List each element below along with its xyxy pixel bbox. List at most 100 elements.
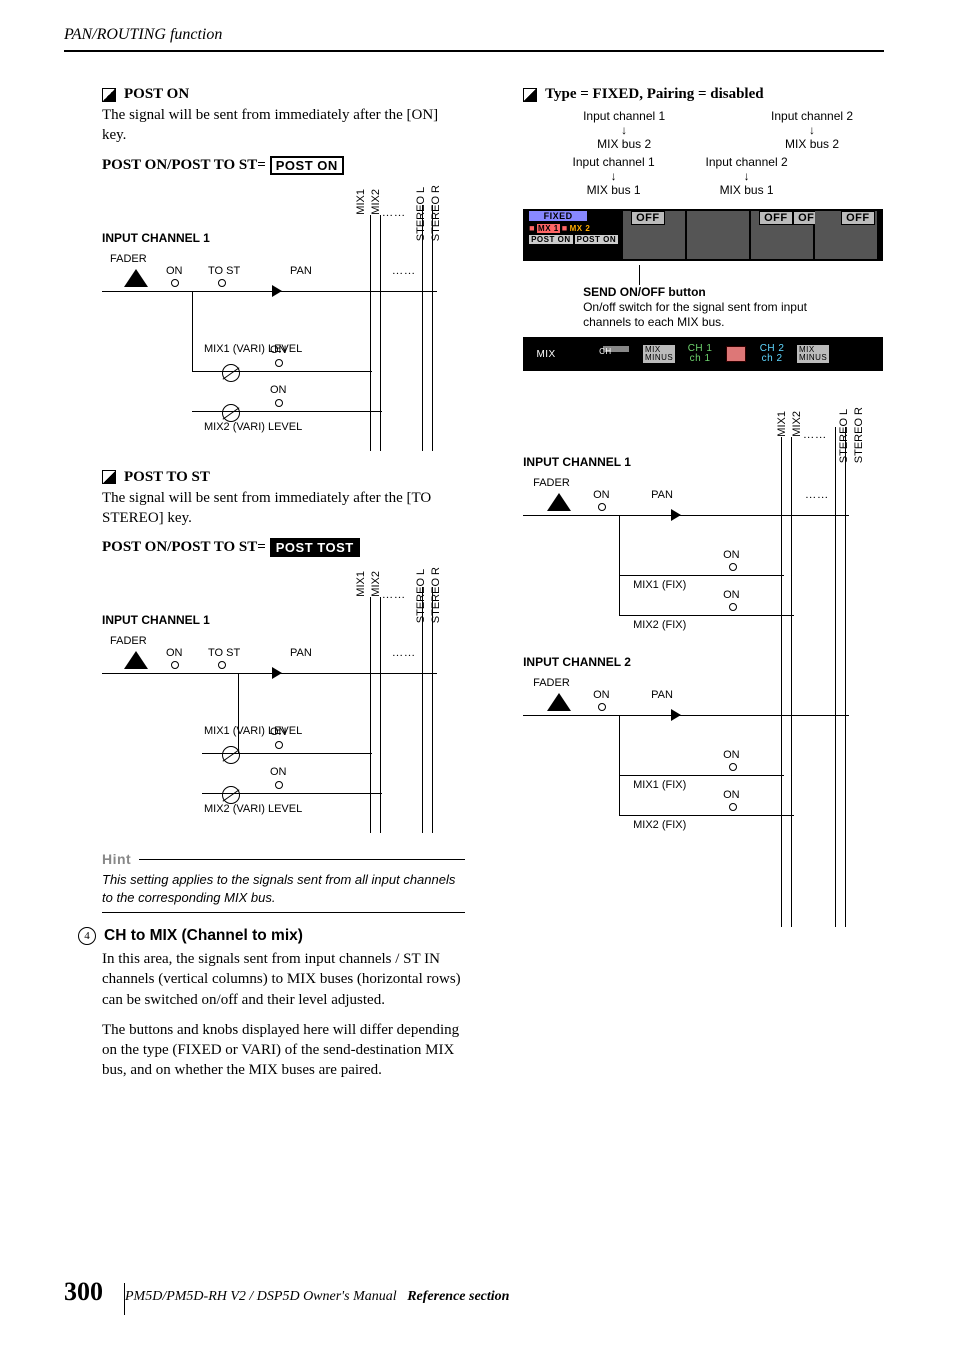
mix1fix-label: MIX1 (FIX): [633, 579, 686, 591]
caption-body: On/off switch for the signal sent from i…: [583, 300, 807, 329]
rule-icon: [139, 859, 465, 860]
bus-mix2-label: MIX2: [791, 411, 803, 437]
item-4-title: CH to MIX (Channel to mix): [104, 927, 303, 945]
bus-ellipsis: ……: [803, 429, 827, 441]
item-4-p2: The buttons and knobs displayed here wil…: [102, 1020, 465, 1081]
ic1-title: INPUT CHANNEL 1: [523, 455, 883, 469]
link-icon[interactable]: [726, 346, 746, 362]
level-knob-icon: [222, 404, 240, 422]
mix-minus-button[interactable]: MIXMINUS: [797, 345, 829, 363]
mix2fix-label: MIX2 (FIX): [633, 619, 686, 631]
pan-label: PAN: [290, 647, 312, 659]
param-label: POST ON/POST TO ST=: [102, 539, 266, 556]
switch-icon: [275, 781, 283, 789]
fader-label: FADER: [110, 635, 147, 647]
on-label: ON: [723, 589, 740, 601]
footer-divider: [124, 1283, 125, 1315]
item-4-heading: 4 CH to MIX (Channel to mix): [78, 927, 465, 945]
mm-mix-label: MIX: [523, 349, 569, 360]
pan-label: PAN: [651, 689, 673, 701]
signal-diagram-post-on: MIX1 MIX2 …… STEREO L STEREO R INPUT CHA…: [102, 189, 452, 451]
post-on-body: The signal will be sent from immediately…: [102, 105, 465, 146]
mm-ch-label: CH: [599, 347, 612, 356]
amp-icon: [272, 667, 282, 679]
on-label: ON: [270, 726, 287, 738]
switch-icon: [171, 279, 179, 287]
bus-ellipsis: ……: [382, 207, 406, 219]
bus-mix1-label: MIX1: [355, 571, 367, 597]
level-knob-icon: [222, 786, 240, 804]
param-label: POST ON/POST TO ST=: [102, 157, 266, 174]
bus-stl-label: STEREO L: [415, 185, 427, 241]
page-number: 300: [64, 1277, 103, 1307]
right-column: Type = FIXED, Pairing = disabled Input c…: [523, 86, 896, 1091]
left-column: POST ON The signal will be sent from imm…: [102, 86, 465, 1091]
switch-icon: [275, 741, 283, 749]
bullet-icon: [102, 470, 116, 484]
fader-icon: [547, 493, 571, 511]
bus-stl-label: STEREO L: [838, 407, 850, 463]
post-to-st-body: The signal will be sent from immediately…: [102, 488, 465, 529]
ch1-label: Input channel 1: [583, 109, 665, 123]
mix-minus-button[interactable]: MIXMINUS: [643, 345, 675, 363]
mix1-label: MIX1 (VARI) LEVEL: [204, 725, 302, 737]
off-button[interactable]: OFF: [631, 211, 665, 225]
switch-icon: [218, 661, 226, 669]
footer-model: PM5D/PM5D-RH V2 / DSP5D Owner's Manual: [125, 1289, 397, 1304]
hint-heading: Hint: [102, 851, 465, 867]
fader-label: FADER: [533, 677, 570, 689]
hint-body: This setting applies to the signals sent…: [102, 871, 465, 913]
mix1-label: MIX1 (VARI) LEVEL: [204, 343, 302, 355]
switch-icon: [275, 399, 283, 407]
circled-4-icon: 4: [78, 927, 96, 945]
amp-icon: [671, 709, 681, 721]
pan-label: PAN: [290, 265, 312, 277]
ellipsis-label: ……: [805, 489, 829, 501]
bus-stl-label: STEREO L: [415, 567, 427, 623]
level-knob-icon: [222, 364, 240, 382]
heading-type-fixed: Type = FIXED, Pairing = disabled: [523, 86, 896, 103]
post-to-st-value-box: POST TOST: [270, 538, 360, 557]
bus-mix2-label: MIX2: [370, 571, 382, 597]
tost-label: TO ST: [208, 265, 240, 277]
fixed-tag[interactable]: FIXED: [529, 211, 587, 221]
signal-diagram-post-to-st: MIX1 MIX2 …… STEREO L STEREO R INPUT CHA…: [102, 571, 452, 833]
tost-label: TO ST: [208, 647, 240, 659]
diagram-title: INPUT CHANNEL 1: [102, 613, 452, 627]
post-on-tag[interactable]: POST ON: [575, 235, 619, 244]
mix2-label: MIX2 (VARI) LEVEL: [204, 803, 302, 815]
amp-icon: [671, 509, 681, 521]
footer-section: Reference section: [407, 1289, 509, 1304]
on-label: ON: [166, 265, 183, 277]
fader-label: FADER: [110, 253, 147, 265]
switch-icon: [171, 661, 179, 669]
mb1-label: MIX bus 1: [706, 183, 788, 197]
switch-icon: [729, 563, 737, 571]
off-button[interactable]: OFF: [759, 211, 793, 225]
item-4-p1: In this area, the signals sent from inpu…: [102, 949, 465, 1010]
amp-icon: [272, 285, 282, 297]
switch-icon: [218, 279, 226, 287]
bullet-icon: [102, 88, 116, 102]
fader-icon: [547, 693, 571, 711]
diagram-title: INPUT CHANNEL 1: [102, 231, 452, 245]
off-button[interactable]: OFF: [841, 211, 875, 225]
mm-ch1b: ch 1: [690, 354, 711, 364]
bus-mix1-label: MIX1: [355, 189, 367, 215]
mx1-label: MX 1: [537, 224, 560, 233]
post-on-tag[interactable]: POST ON: [529, 235, 573, 244]
page-footer: 300 PM5D/PM5D-RH V2 / DSP5D Owner's Manu…: [64, 1277, 509, 1307]
heading-post-on-label: POST ON: [124, 86, 189, 103]
bus-str-label: STEREO R: [853, 407, 865, 463]
on-label: ON: [723, 789, 740, 801]
mix2-label: MIX2 (VARI) LEVEL: [204, 421, 302, 433]
on-label: ON: [270, 344, 287, 356]
pan-label: PAN: [651, 489, 673, 501]
fader-icon: [124, 651, 148, 669]
ch-to-mix-ui: FIXED ■ MX 1 ■ MX 2 POST ON POST ON OFF: [523, 209, 883, 261]
switch-icon: [598, 703, 606, 711]
ch2-label: Input channel 2: [706, 155, 788, 169]
ic2-title: INPUT CHANNEL 2: [523, 655, 883, 669]
bus-mix1-label: MIX1: [776, 411, 788, 437]
ellipsis-label: ……: [392, 647, 416, 659]
